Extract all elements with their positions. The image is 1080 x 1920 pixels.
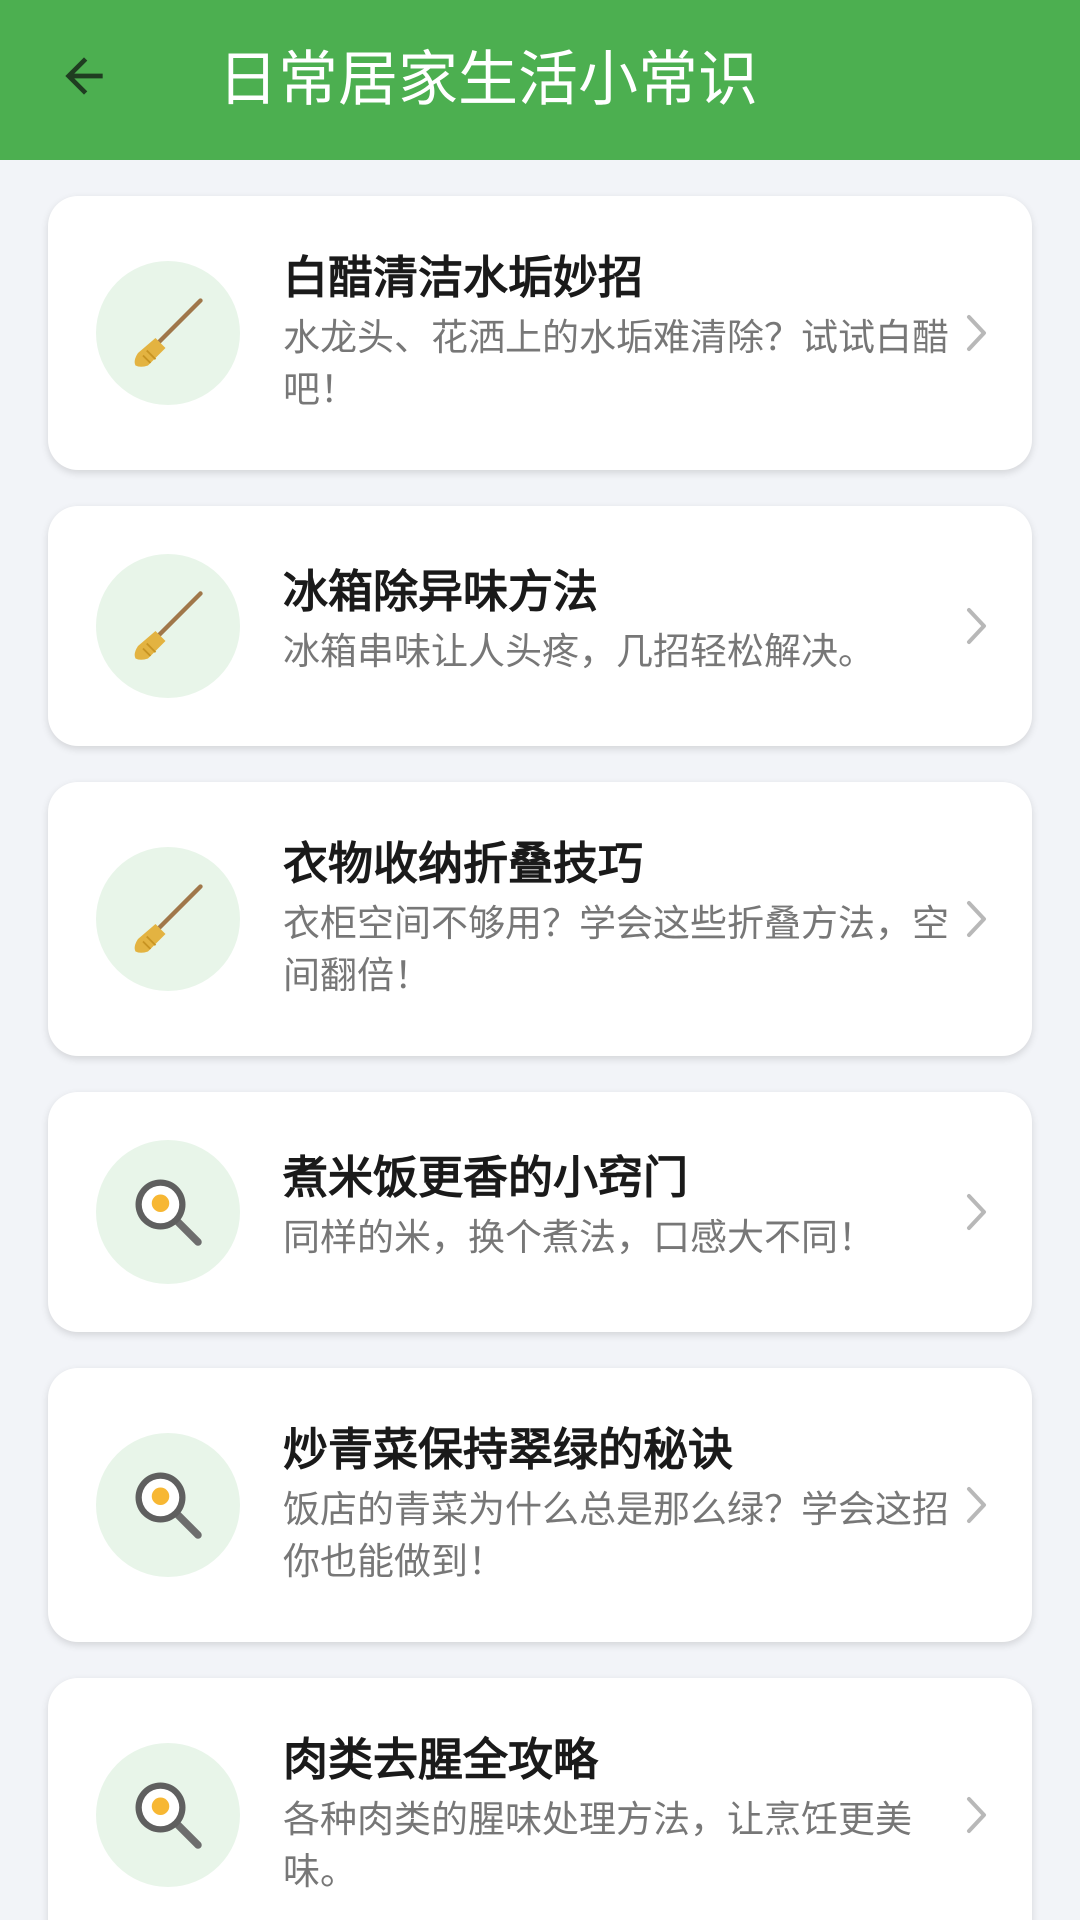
broom-icon (134, 591, 203, 660)
frying-pan-egg-icon (135, 1472, 202, 1539)
broom-icon (134, 298, 203, 367)
icon-container (96, 1743, 240, 1887)
item-description: 各种肉类的腥味处理方法，让烹饪更美味。 (283, 1798, 912, 1893)
back-button[interactable] (44, 36, 124, 116)
icon-container (96, 261, 240, 405)
list-item[interactable]: 煮米饭更香的小窍门 同样的米，换个煮法，口感大不同！ (48, 1092, 1032, 1332)
icon-container (96, 554, 240, 698)
chevron-right-icon (962, 1795, 992, 1835)
tips-list: 白醋清洁水垢妙招 水龙头、花洒上的水垢难清除？试试白醋吧！ 冰箱除异味方法 冰箱… (0, 160, 1080, 1920)
item-description: 衣柜空间不够用？学会这些折叠方法，空间翻倍！ (283, 902, 949, 997)
list-item[interactable]: 衣物收纳折叠技巧 衣柜空间不够用？学会这些折叠方法，空间翻倍！ (48, 782, 1032, 1056)
item-title: 冰箱除异味方法 (283, 565, 599, 618)
item-title: 煮米饭更香的小窍门 (283, 1151, 689, 1204)
item-description: 饭店的青菜为什么总是那么绿？学会这招你也能做到！ (283, 1488, 949, 1583)
chevron-right-icon (962, 313, 992, 353)
icon-container (96, 847, 240, 991)
chevron-right-icon (962, 1192, 992, 1232)
list-item[interactable]: 冰箱除异味方法 冰箱串味让人头疼，几招轻松解决。 (48, 506, 1032, 746)
list-item[interactable]: 肉类去腥全攻略 各种肉类的腥味处理方法，让烹饪更美味。 (48, 1678, 1032, 1920)
list-item[interactable]: 炒青菜保持翠绿的秘诀 饭店的青菜为什么总是那么绿？学会这招你也能做到！ (48, 1368, 1032, 1642)
broom-icon (134, 884, 203, 953)
chevron-right-icon (962, 606, 992, 646)
frying-pan-egg-icon (135, 1179, 202, 1246)
item-title: 肉类去腥全攻略 (283, 1733, 599, 1786)
frying-pan-egg-icon (135, 1782, 202, 1849)
item-description: 水龙头、花洒上的水垢难清除？试试白醋吧！ (283, 316, 949, 411)
item-description: 同样的米，换个煮法，口感大不同！ (283, 1216, 875, 1259)
list-item[interactable]: 白醋清洁水垢妙招 水龙头、花洒上的水垢难清除？试试白醋吧！ (48, 196, 1032, 470)
icon-container (96, 1433, 240, 1577)
page-title: 日常居家生活小常识 (218, 45, 758, 115)
item-title: 白醋清洁水垢妙招 (283, 251, 644, 304)
item-description: 冰箱串味让人头疼，几招轻松解决。 (283, 630, 875, 673)
arrow-left-icon (65, 57, 103, 95)
item-title: 衣物收纳折叠技巧 (283, 837, 644, 890)
item-title: 炒青菜保持翠绿的秘诀 (283, 1423, 734, 1476)
chevron-right-icon (962, 1485, 992, 1525)
app-bar: 日常居家生活小常识 (0, 0, 1080, 160)
icon-container (96, 1140, 240, 1284)
chevron-right-icon (962, 899, 992, 939)
